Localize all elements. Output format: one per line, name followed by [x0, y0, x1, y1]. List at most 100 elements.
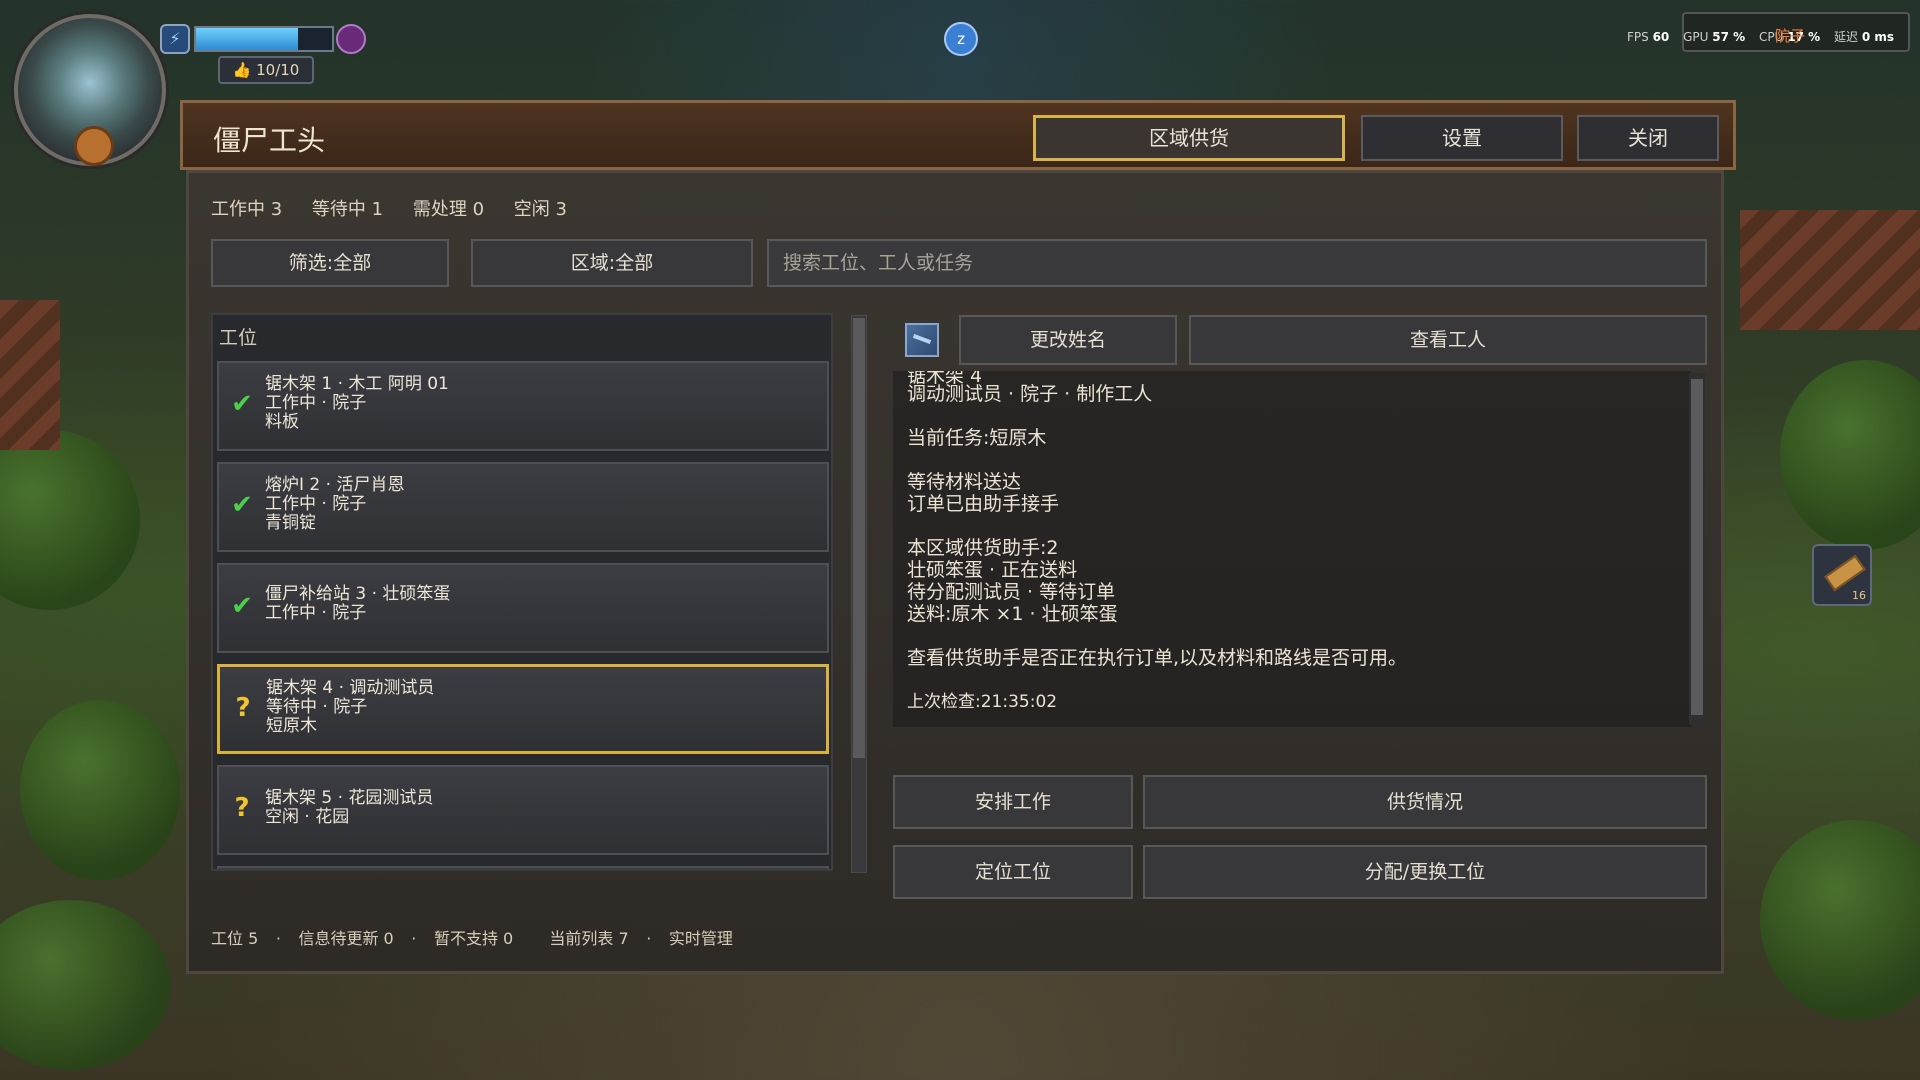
- detail-current-task: 当前任务:短原木: [907, 427, 1047, 449]
- rename-button[interactable]: 更改姓名: [959, 315, 1177, 365]
- settings-button[interactable]: 设置: [1361, 115, 1563, 161]
- station-detail: 锯木架 4 调动测试员 · 院子 · 制作工人 当前任务:短原木 等待材料送达 …: [893, 371, 1691, 727]
- bag-icon: [74, 126, 114, 166]
- footer-separator: ·: [646, 929, 652, 948]
- detail-scrollbar[interactable]: [1689, 373, 1705, 725]
- locate-station-button[interactable]: 定位工位: [893, 845, 1133, 899]
- detail-helper-2: 待分配测试员 · 等待订单: [907, 581, 1116, 603]
- checkmark-icon: ✔: [231, 591, 253, 621]
- scrollbar-thumb[interactable]: [853, 318, 865, 758]
- performance-readout: FPS 60 GPU 57 % CPU 17 % 延迟 0 ms: [1627, 28, 1894, 45]
- station-product: 料板: [265, 412, 299, 432]
- background-roof: [0, 300, 60, 450]
- fps-value: 60: [1652, 30, 1670, 44]
- tab-area-supply[interactable]: 区域供货: [1033, 115, 1345, 161]
- footer-station-count: 工位 5: [211, 929, 259, 948]
- scrollbar-thumb[interactable]: [1691, 379, 1703, 715]
- working-count: 工作中 3: [211, 199, 283, 220]
- station-product: 青铜锭: [265, 513, 316, 533]
- character-emblem[interactable]: [14, 14, 166, 166]
- energy-orb-icon: [336, 24, 366, 54]
- station-row-partial[interactable]: [217, 866, 829, 869]
- needs-attention-count: 需处理 0: [412, 199, 485, 220]
- background-tree: [1780, 360, 1920, 550]
- status-summary: 工作中 3 等待中 1 需处理 0 空闲 3: [211, 195, 591, 221]
- footer-current-list: 当前列表 7: [549, 929, 629, 948]
- detail-worker: 调动测试员 · 院子 · 制作工人: [907, 383, 1153, 405]
- station-title: 锯木架 1 · 木工 阿明 01: [265, 374, 449, 394]
- station-list-scrollbar[interactable]: [851, 315, 867, 873]
- question-mark-icon: ?: [235, 693, 251, 723]
- detail-order-taken: 订单已由助手接手: [907, 493, 1060, 515]
- latency-label: 延迟: [1833, 30, 1858, 44]
- thumbs-up-icon: 👍: [232, 61, 252, 79]
- tool-slot[interactable]: 16: [1812, 544, 1872, 606]
- station-list: 工位 ✔ 锯木架 1 · 木工 阿明 01 工作中 · 院子 料板 ✔ 熔炉I …: [211, 313, 833, 871]
- view-worker-button[interactable]: 查看工人: [1189, 315, 1707, 365]
- station-status: 空闲 · 花园: [265, 807, 350, 827]
- detail-hint: 查看供货助手是否正在执行订单,以及材料和路线是否可用。: [907, 647, 1408, 669]
- station-status: 等待中 · 院子: [266, 697, 368, 717]
- assign-replace-station-button[interactable]: 分配/更换工位: [1143, 845, 1707, 899]
- gpu-value: 57 %: [1712, 30, 1746, 44]
- station-title: 锯木架 4 · 调动测试员: [266, 678, 435, 698]
- action-points-value: 10/10: [256, 61, 300, 79]
- waiting-count: 等待中 1: [311, 199, 384, 220]
- detail-delivery: 送料:原木 ×1 · 壮硕笨蛋: [907, 603, 1118, 625]
- detail-helper-count: 本区域供货助手:2: [907, 537, 1059, 559]
- station-row[interactable]: ? 锯木架 5 · 花园测试员 空闲 · 花园: [217, 765, 829, 855]
- station-title: 锯木架 5 · 花园测试员: [265, 788, 434, 808]
- sleep-z-icon[interactable]: z: [944, 22, 978, 56]
- assign-work-button[interactable]: 安排工作: [893, 775, 1133, 829]
- background-tree: [1760, 820, 1920, 1020]
- footer-stats: 工位 5 · 信息待更新 0 · 暂不支持 0 当前列表 7 · 实时管理: [211, 925, 733, 949]
- station-row-selected[interactable]: ? 锯木架 4 · 调动测试员 等待中 · 院子 短原木: [217, 664, 829, 754]
- detail-last-check: 上次检查:21:35:02: [907, 692, 1058, 712]
- background-roof: [1740, 210, 1920, 330]
- lightning-icon: ⚡: [160, 24, 190, 54]
- background-tree: [0, 900, 170, 1070]
- station-title: 熔炉I 2 · 活尸肖恩: [265, 475, 405, 495]
- wood-plank-icon: [1824, 554, 1866, 592]
- tool-slot-count: 16: [1852, 589, 1866, 602]
- footer-pending: 信息待更新 0: [298, 929, 394, 948]
- checkmark-icon: ✔: [231, 490, 253, 520]
- station-list-header: 工位: [219, 327, 258, 349]
- station-row[interactable]: ✔ 僵尸补给站 3 · 壮硕笨蛋 工作中 · 院子: [217, 563, 829, 653]
- window-body: 工作中 3 等待中 1 需处理 0 空闲 3 筛选:全部 区域:全部 搜索工位、…: [186, 170, 1724, 974]
- station-row[interactable]: ✔ 熔炉I 2 · 活尸肖恩 工作中 · 院子 青铜锭: [217, 462, 829, 552]
- filter-dropdown[interactable]: 筛选:全部: [211, 239, 449, 287]
- station-status: 工作中 · 院子: [265, 603, 367, 623]
- background-tree: [0, 430, 140, 610]
- footer-separator: ·: [275, 929, 281, 948]
- idle-count: 空闲 3: [513, 199, 567, 220]
- footer-separator: ·: [411, 929, 417, 948]
- detail-waiting: 等待材料送达: [907, 471, 1022, 493]
- action-points: 👍 10/10: [218, 56, 314, 84]
- latency-value: 0 ms: [1861, 30, 1894, 44]
- station-status: 工作中 · 院子: [265, 393, 367, 413]
- question-mark-icon: ?: [234, 793, 250, 823]
- close-button[interactable]: 关闭: [1577, 115, 1719, 161]
- fps-label: FPS: [1626, 30, 1649, 44]
- detail-helper-1: 壮硕笨蛋 · 正在送料: [907, 559, 1078, 581]
- window-titlebar: 僵尸工头 区域供货 设置 关闭: [180, 100, 1736, 170]
- window-title: 僵尸工头: [213, 124, 326, 157]
- checkmark-icon: ✔: [231, 389, 253, 419]
- footer-realtime: 实时管理: [668, 929, 733, 948]
- area-dropdown[interactable]: 区域:全部: [471, 239, 753, 287]
- sawhorse-icon: [905, 323, 939, 357]
- station-status: 工作中 · 院子: [265, 494, 367, 514]
- energy-bar-fill: [196, 28, 298, 50]
- station-row[interactable]: ✔ 锯木架 1 · 木工 阿明 01 工作中 · 院子 料板: [217, 361, 829, 451]
- energy-bar: [194, 26, 334, 52]
- search-input[interactable]: 搜索工位、工人或任务: [767, 239, 1707, 287]
- station-product: 短原木: [266, 716, 317, 736]
- current-region-label: 院子: [1775, 27, 1806, 45]
- gpu-label: GPU: [1683, 30, 1709, 44]
- background-tree: [20, 700, 180, 880]
- station-title: 僵尸补给站 3 · 壮硕笨蛋: [265, 584, 451, 604]
- footer-unsupported: 暂不支持 0: [433, 929, 514, 948]
- supply-status-button[interactable]: 供货情况: [1143, 775, 1707, 829]
- zombie-foreman-window: 僵尸工头 区域供货 设置 关闭 工作中 3 等待中 1 需处理 0 空闲 3 筛…: [180, 100, 1736, 980]
